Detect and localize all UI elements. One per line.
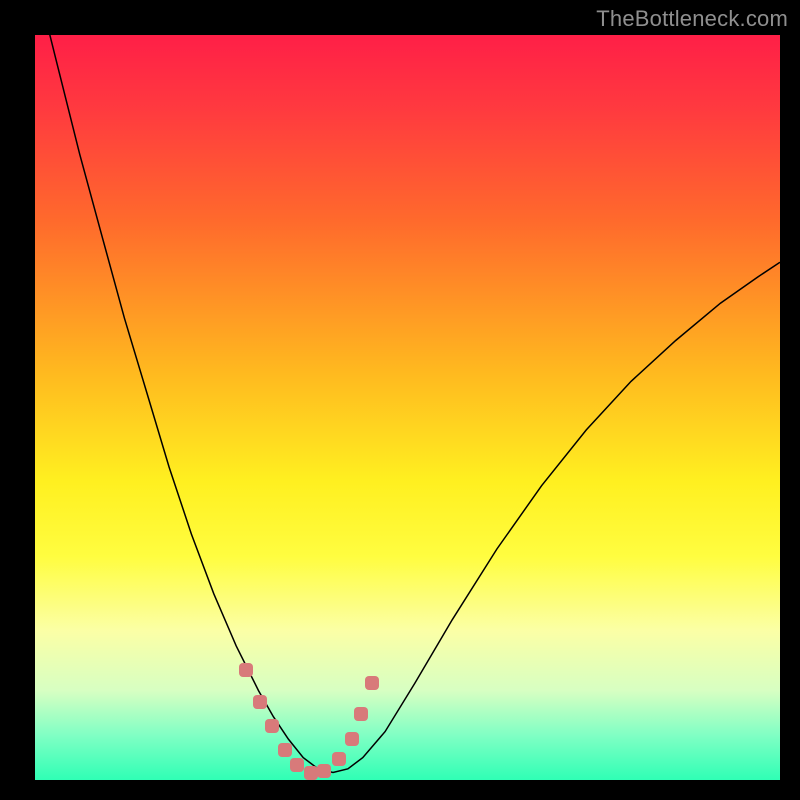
curve-marker xyxy=(354,707,368,721)
curve-marker xyxy=(304,766,318,780)
curve-marker xyxy=(365,676,379,690)
curve-marker xyxy=(332,752,346,766)
watermark-text: TheBottleneck.com xyxy=(596,6,788,32)
curve-marker xyxy=(290,758,304,772)
curve-marker xyxy=(239,663,253,677)
curve-marker xyxy=(345,732,359,746)
curve-marker xyxy=(265,719,279,733)
curve-marker xyxy=(278,743,292,757)
curve-marker xyxy=(317,764,331,778)
bottleneck-curve xyxy=(35,35,780,780)
curve-marker xyxy=(253,695,267,709)
